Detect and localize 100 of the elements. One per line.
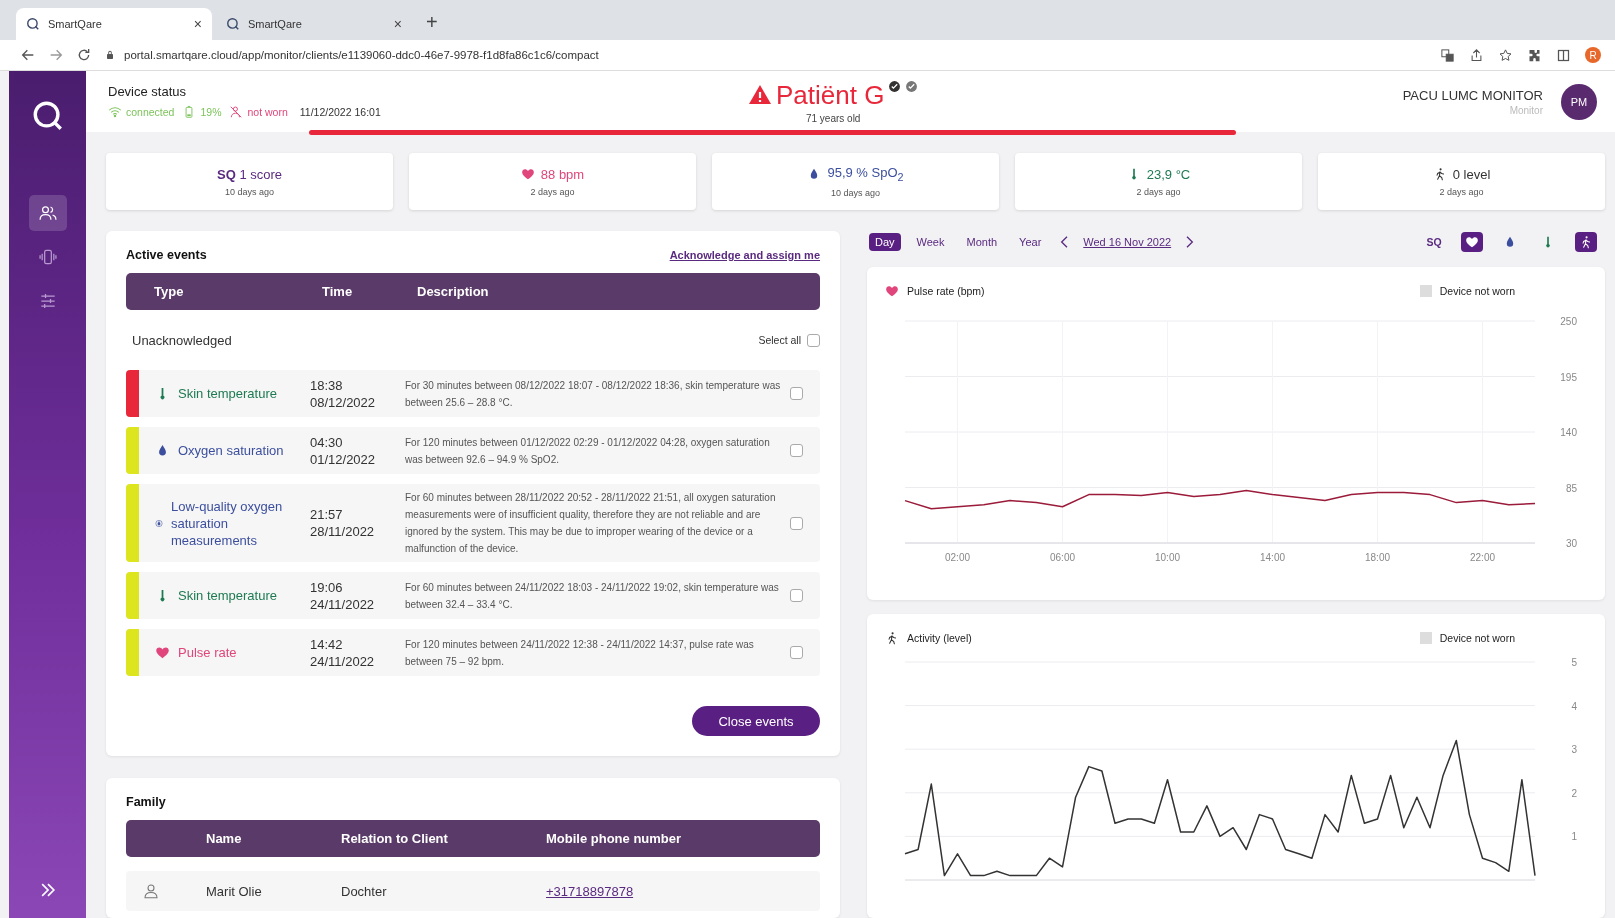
patient-name: Patiënt G <box>776 79 885 111</box>
stat-value: 0 level <box>1452 166 1491 182</box>
people-icon <box>37 203 58 223</box>
person-crossed-icon <box>229 105 244 119</box>
heart-icon <box>1465 235 1479 249</box>
axis-tick-label: 1 <box>1571 831 1577 843</box>
lock-icon <box>104 49 116 61</box>
event-time: 14:42 <box>310 635 344 653</box>
event-description: For 120 minutes between 24/11/2022 12:38 - 24/11/2022 14:37, pulse rate was between 75 – 92 bpm. <box>405 637 755 669</box>
axis-tick-label: 06:00 <box>1050 552 1075 563</box>
metric-toggle[interactable] <box>1575 232 1597 252</box>
heart-icon <box>520 167 535 181</box>
stat-time: 10 days ago <box>830 187 880 198</box>
axis-tick-label: 14:00 <box>1260 552 1285 563</box>
event-date: 24/11/2022 <box>310 595 376 613</box>
checkbox[interactable] <box>790 516 803 530</box>
axis-tick-label: 22:00 <box>1470 552 1495 563</box>
stat-value: SQ 1 score <box>216 166 282 182</box>
checkbox[interactable] <box>807 333 820 347</box>
select-all-label: Select all <box>758 334 801 346</box>
checkbox[interactable] <box>790 444 803 457</box>
event-date: 08/12/2022 <box>310 393 377 411</box>
stat-value: 23,9 °C <box>1146 166 1191 182</box>
back-icon[interactable] <box>20 47 36 63</box>
event-time: 19:06 <box>310 578 344 596</box>
check-badge-icon <box>905 79 919 93</box>
event-type: Low-quality oxygen saturation measurements <box>170 497 284 549</box>
event-date: 28/11/2022 <box>310 523 376 540</box>
period-tab[interactable]: Month <box>960 233 1004 251</box>
event-type: Oxygen saturation <box>178 442 284 459</box>
wear-status: not worn <box>247 106 288 118</box>
close-events-button[interactable]: Close events <box>692 706 820 736</box>
checkbox[interactable] <box>790 387 803 400</box>
phone-link[interactable]: +31718897878 <box>546 883 820 899</box>
legend-swatch <box>1419 285 1432 297</box>
axis-tick-label: 18:00 <box>1365 552 1390 563</box>
user-avatar[interactable]: PM <box>1561 83 1597 120</box>
patient-age: 71 years old <box>805 112 861 124</box>
battery-level: 19% <box>200 106 222 118</box>
metric-toggle[interactable] <box>1461 232 1483 252</box>
axis-tick-label: 250 <box>1560 316 1577 327</box>
chart-title: Activity (level) <box>907 632 972 644</box>
event-time: 04:30 <box>310 433 344 451</box>
heart-icon <box>885 284 899 298</box>
warning-icon <box>748 83 772 107</box>
period-tab[interactable]: Year <box>1013 233 1048 251</box>
period-tab[interactable]: Day <box>869 233 901 251</box>
device-status-title: Device status <box>108 84 188 99</box>
browser-tab[interactable]: SmartQare × <box>16 8 212 40</box>
event-type: Skin temperature <box>178 385 277 402</box>
share-icon[interactable] <box>1469 47 1484 63</box>
date-link[interactable]: Wed 16 Nov 2022 <box>1083 236 1172 248</box>
forward-icon[interactable] <box>48 47 64 63</box>
checkbox[interactable] <box>790 589 803 602</box>
side-panel-icon[interactable] <box>1556 47 1571 63</box>
stat-value: 88 bpm <box>540 166 585 182</box>
new-tab-button[interactable]: + <box>416 11 448 40</box>
tab-close-button[interactable]: × <box>193 16 202 32</box>
acknowledge-link[interactable]: Acknowledge and assign me <box>669 249 820 261</box>
stat-time: 2 days ago <box>530 186 575 197</box>
stat-time: 2 days ago <box>1439 186 1484 197</box>
reload-icon[interactable] <box>76 47 92 63</box>
axis-tick-label: 2 <box>1571 787 1577 799</box>
unit-name: PACU LUMC MONITOR <box>1402 87 1543 103</box>
table-cell-text: Dochter <box>341 883 388 899</box>
table-cell-text: Marit Olie <box>206 883 263 899</box>
event-time: 21:57 <box>310 506 344 523</box>
q-logo-icon <box>226 17 240 31</box>
vibrating-phone-icon <box>37 247 58 267</box>
event-description: For 30 minutes between 08/12/2022 18:07 - 08/12/2022 18:36, skin temperature was between 25.6 – 28.8 °C. <box>405 378 782 410</box>
address-bar[interactable]: portal.smartqare.cloud/app/monitor/clients/e1139060-ddc0-46e7-9978-f1d8fa86c1c6/compact <box>104 42 1428 68</box>
browser-tab[interactable]: SmartQare × <box>216 8 412 40</box>
user-role: Monitor <box>1509 104 1543 116</box>
legend-swatch <box>1419 632 1432 644</box>
axis-tick-label: 30 <box>1565 538 1577 549</box>
axis-tick-label: 02:00 <box>945 552 970 563</box>
event-date: 24/11/2022 <box>310 652 376 670</box>
period-tab[interactable]: Week <box>910 233 951 251</box>
section-title: Active events <box>126 248 207 262</box>
event-type: Skin temperature <box>178 587 277 604</box>
tab-close-button[interactable]: × <box>393 16 402 32</box>
axis-tick-label: 5 <box>1571 657 1577 668</box>
timestamp: 11/12/2022 16:01 <box>299 106 381 118</box>
section-title: Family <box>126 795 166 809</box>
stat-time: 10 days ago <box>224 186 274 197</box>
column-header: Time <box>322 284 354 299</box>
q-logo-icon <box>26 17 40 31</box>
sidebar-item[interactable] <box>28 195 67 231</box>
event-description: For 120 minutes between 01/12/2022 02:29 - 01/12/2022 04:28, oxygen saturation was between 92.6 – 94.9 % SpO2. <box>405 435 771 467</box>
event-type: Pulse rate <box>178 644 237 661</box>
stat-time: 2 days ago <box>1136 186 1181 197</box>
metric-toggle[interactable]: SQ <box>1423 232 1445 252</box>
event-description: For 60 minutes between 24/11/2022 18:03 - 24/11/2022 19:02, skin temperature was between 32.4 – 33.4 °C. <box>405 580 780 612</box>
legend-label: Device not worn <box>1439 632 1515 644</box>
checkbox[interactable] <box>790 646 803 659</box>
column-header: Relation to Client <box>341 831 449 846</box>
star-icon[interactable] <box>1498 47 1513 63</box>
axis-tick-label: 195 <box>1560 371 1577 383</box>
chart-title: Pulse rate (bpm) <box>907 285 985 297</box>
legend-label: Device not worn <box>1439 285 1515 297</box>
